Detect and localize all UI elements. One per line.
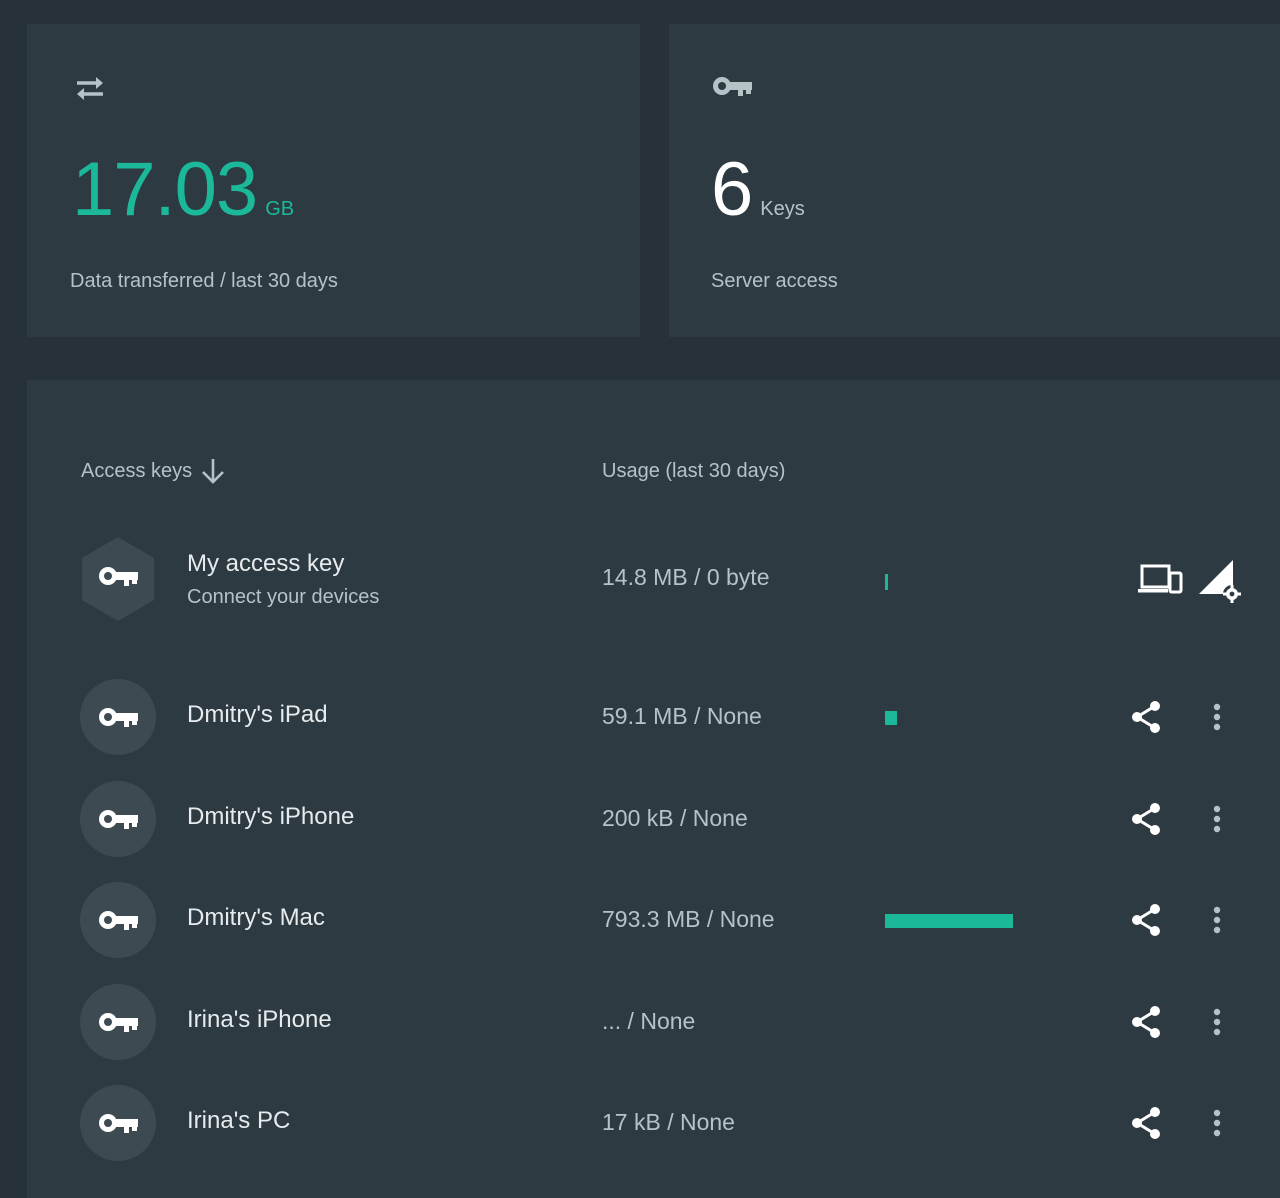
access-key-row: Dmitry's Mac 793.3 MB / None [27,882,1280,972]
key-avatar [80,679,156,755]
devices-icon [1138,564,1183,594]
usage-bar-fill [885,914,1013,928]
access-key-usage: 14.8 MB / 0 byte [602,564,770,590]
more-options-button[interactable] [1199,1004,1235,1040]
access-key-usage: 59.1 MB / None [602,703,762,729]
more-vert-icon [1213,906,1221,934]
key-icon [99,911,138,930]
share-button[interactable] [1128,902,1164,938]
arrow-down-icon[interactable] [198,456,228,486]
usage-bar [885,813,1085,827]
data-transferred-number: 17.03 [72,147,258,232]
key-count-number: 6 [711,147,753,232]
access-key-usage: 793.3 MB / None [602,906,775,932]
data-transferred-unit: GB [265,198,295,220]
share-button[interactable] [1128,801,1164,837]
access-key-name: My access key [187,550,345,577]
usage-header-label: Usage (last 30 days) [602,459,786,482]
access-key-row: Irina's iPhone ... / None [27,984,1280,1074]
key-avatar [80,537,156,621]
data-transferred-card: 17.03 GB Data transferred / last 30 days [27,24,640,337]
access-key-row: Dmitry's iPad 59.1 MB / None [27,679,1280,769]
signal-settings-icon [1199,560,1241,603]
more-vert-icon [1213,703,1221,731]
key-icon [99,1114,138,1133]
usage-bar [885,914,1085,928]
more-vert-icon [1213,1008,1221,1036]
share-icon [1132,803,1160,835]
share-button[interactable] [1128,1004,1164,1040]
swap-arrows-icon [77,77,103,100]
server-access-label: Server access [711,270,838,292]
share-button[interactable] [1128,1105,1164,1141]
share-button[interactable] [1128,699,1164,735]
access-key-usage: 200 kB / None [602,805,748,831]
usage-bar [885,711,1085,725]
access-key-row: Dmitry's iPhone 200 kB / None [27,781,1280,871]
key-count-value: 6 Keys [711,152,805,228]
connect-devices-button[interactable] [1137,562,1183,598]
key-count-unit: Keys [760,198,805,220]
data-transferred-value: 17.03 GB [72,152,294,228]
more-options-button[interactable] [1199,699,1235,735]
more-vert-icon [1213,1109,1221,1137]
share-icon [1132,1107,1160,1139]
server-access-card: 6 Keys Server access [669,24,1280,337]
key-avatar [80,984,156,1060]
access-key-usage: ... / None [602,1008,696,1034]
key-icon [99,567,138,586]
usage-bar [885,574,1085,590]
access-key-usage: 17 kB / None [602,1109,735,1135]
access-key-name: Dmitry's iPhone [187,803,355,830]
key-icon [713,77,752,96]
data-transferred-label: Data transferred / last 30 days [70,270,338,292]
access-key-row: My access key Connect your devices 14.8 … [27,537,1280,630]
key-icon [99,708,138,727]
more-options-button[interactable] [1199,1105,1235,1141]
access-key-name: Dmitry's Mac [187,904,325,931]
share-icon [1132,701,1160,733]
more-vert-icon [1213,805,1221,833]
access-keys-header-label: Access keys [81,459,193,482]
share-icon [1132,904,1160,936]
access-keys-header[interactable]: Access keys [81,456,228,486]
more-options-button[interactable] [1199,902,1235,938]
share-icon [1132,1006,1160,1038]
key-icon [99,810,138,829]
access-key-subtitle: Connect your devices [187,586,380,608]
access-key-row: Irina's PC 17 kB / None [27,1085,1280,1175]
key-avatar [80,781,156,857]
key-settings-button[interactable] [1195,556,1243,604]
usage-header: Usage (last 30 days) [602,456,785,486]
usage-bar [885,1016,1085,1030]
access-key-name: Irina's iPhone [187,1006,332,1033]
key-avatar [80,882,156,958]
key-avatar [80,1085,156,1161]
usage-bar-fill [885,711,897,725]
usage-bar-fill [885,574,888,590]
access-key-name: Irina's PC [187,1107,291,1134]
more-options-button[interactable] [1199,801,1235,837]
key-icon [99,1013,138,1032]
access-key-name: Dmitry's iPad [187,701,328,728]
usage-bar [885,1117,1085,1131]
access-keys-list: Access keys Usage (last 30 days) My acce… [27,380,1280,1198]
